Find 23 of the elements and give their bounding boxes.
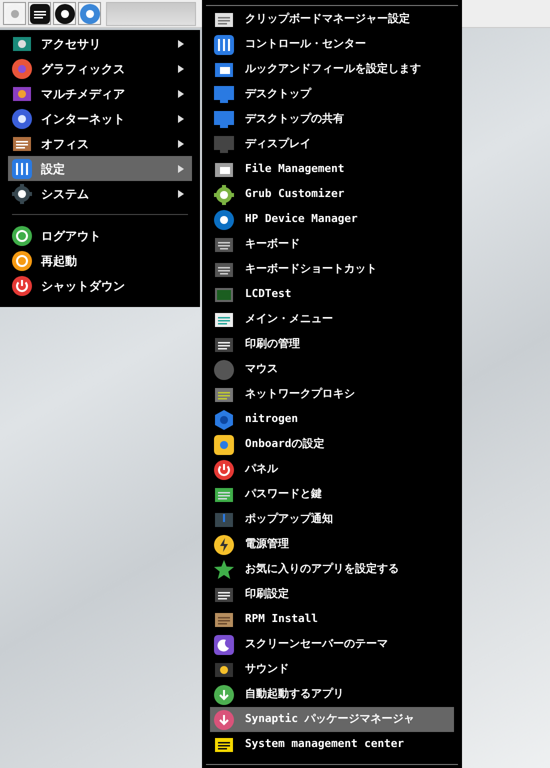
moon-icon	[214, 634, 234, 654]
power-bolt-icon	[214, 534, 234, 554]
menu-item[interactable]: 設定	[8, 156, 192, 181]
menu-item[interactable]: 再起動	[8, 248, 192, 273]
terminal-icon	[30, 4, 50, 24]
star-icon	[214, 560, 234, 580]
menu-item[interactable]: Synaptic パッケージマネージャ	[210, 707, 454, 732]
launcher-button[interactable]	[28, 2, 51, 25]
download-icon	[214, 710, 234, 730]
sliders-icon	[214, 34, 234, 54]
menu-item[interactable]: ログアウト	[8, 223, 192, 248]
launcher-button[interactable]	[53, 2, 76, 25]
sliders-icon	[12, 158, 32, 178]
circle-logo-icon	[214, 210, 234, 230]
monitor-icon	[214, 84, 234, 104]
power-icon	[214, 460, 234, 480]
monitor-share-icon	[214, 110, 234, 130]
monitor-icon	[214, 134, 234, 154]
menu-item[interactable]: シャットダウン	[8, 273, 192, 298]
gear-icon	[12, 184, 32, 204]
hexagon-icon	[214, 410, 234, 430]
gear-icon	[214, 184, 234, 204]
power-icon	[12, 276, 32, 296]
